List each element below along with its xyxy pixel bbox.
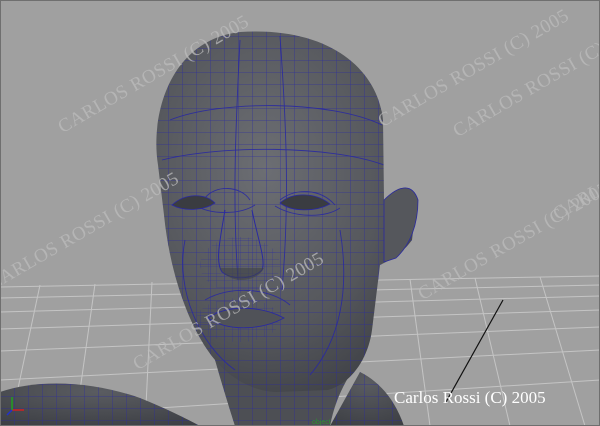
xyz-axis-icon <box>6 397 24 416</box>
viewport-scene: object <box>0 25 600 426</box>
credit-text: Carlos Rossi (C) 2005 <box>394 388 546 407</box>
3d-viewport[interactable]: object CARLOS ROSSI (C) 2005 CARLOS ROSS… <box>0 0 600 426</box>
head-mesh[interactable] <box>150 25 420 395</box>
object-label: object <box>312 419 331 426</box>
